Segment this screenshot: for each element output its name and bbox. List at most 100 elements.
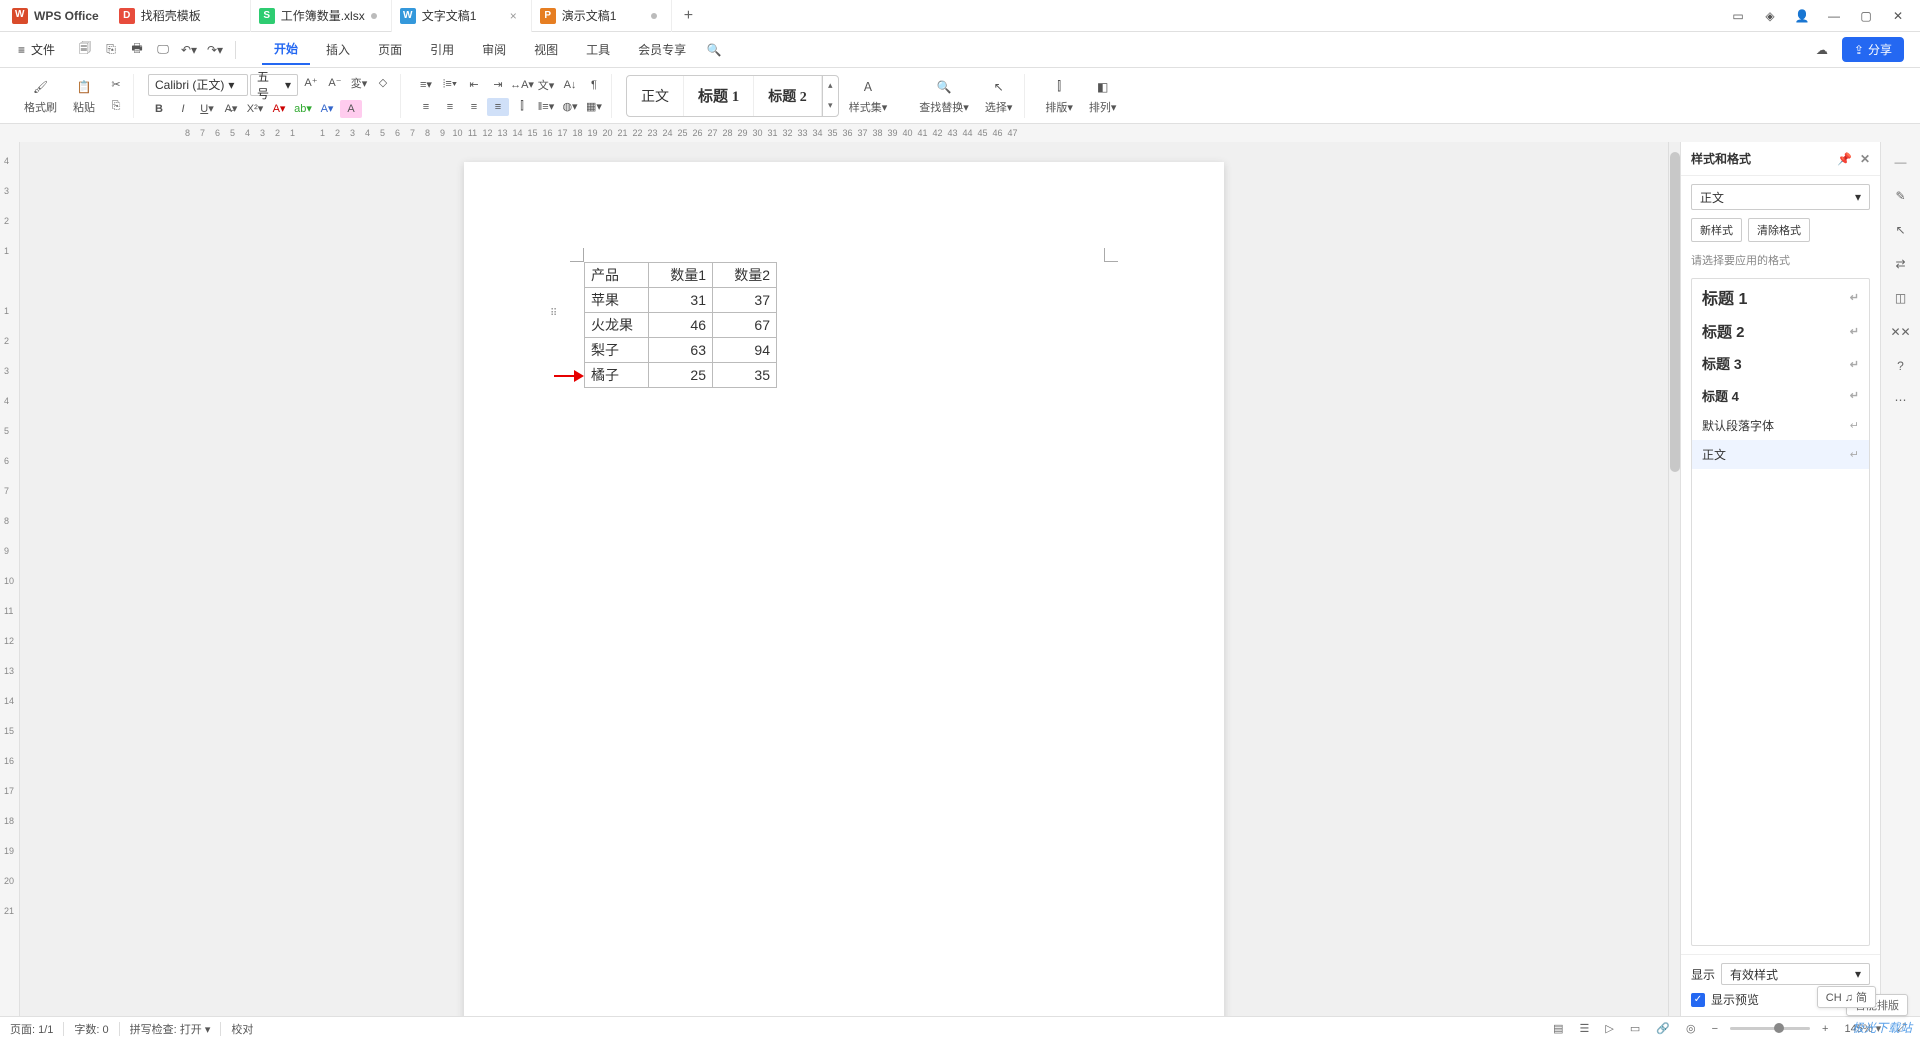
- font-color2-button[interactable]: A▾: [316, 100, 338, 118]
- view-print-icon[interactable]: ▤: [1549, 1022, 1567, 1035]
- close-icon[interactable]: ✕: [1860, 152, 1870, 166]
- export-icon[interactable]: ⎘: [99, 38, 123, 62]
- minimize-button[interactable]: —: [1820, 2, 1848, 30]
- file-menu[interactable]: ≡ 文件: [8, 41, 65, 58]
- new-style-button[interactable]: 新样式: [1691, 218, 1742, 242]
- avatar-icon[interactable]: 👤: [1788, 2, 1816, 30]
- maximize-button[interactable]: ▢: [1852, 2, 1880, 30]
- cube-icon[interactable]: ◈: [1756, 2, 1784, 30]
- document-area[interactable]: ⠿ 产品 数量1 数量2 苹果 31 37 火龙果 46 67: [20, 142, 1668, 1016]
- ime-indicator[interactable]: CH ♫ 简: [1817, 986, 1876, 1008]
- increase-indent-button[interactable]: ⇥: [487, 76, 509, 94]
- table-header[interactable]: 数量2: [713, 263, 777, 288]
- view-focus-icon[interactable]: 🔗: [1652, 1022, 1674, 1035]
- style-body[interactable]: 正文: [627, 76, 684, 116]
- cloud-icon[interactable]: ☁: [1810, 38, 1834, 62]
- tab-spreadsheet[interactable]: S 工作簿数量.xlsx: [251, 0, 392, 32]
- numbering-button[interactable]: ⦙≡▾: [439, 76, 461, 94]
- tools-icon[interactable]: ✕✕: [1887, 318, 1915, 346]
- status-words[interactable]: 字数: 0: [74, 1021, 108, 1037]
- horizontal-ruler[interactable]: 8765432112345678910111213141516171819202…: [0, 124, 1920, 142]
- preview-checkbox[interactable]: ✓: [1691, 993, 1705, 1007]
- settings-icon[interactable]: ⇄: [1887, 250, 1915, 278]
- close-icon[interactable]: ×: [510, 9, 517, 23]
- sort-button[interactable]: A↓: [559, 76, 581, 94]
- align-justify-button[interactable]: ≡: [487, 98, 509, 116]
- clear-format-button[interactable]: 清除格式: [1748, 218, 1810, 242]
- fit-icon[interactable]: ◎: [1682, 1022, 1700, 1035]
- tab-presentation[interactable]: P 演示文稿1: [532, 0, 672, 32]
- font-size-select[interactable]: 五号▾: [250, 74, 298, 96]
- gallery-icon[interactable]: ◫: [1887, 284, 1915, 312]
- bold-button[interactable]: B: [148, 100, 170, 118]
- tab-writer[interactable]: W 文字文稿1 ×: [392, 0, 532, 32]
- select-tool-icon[interactable]: ↖: [1887, 216, 1915, 244]
- tab-tools[interactable]: 工具: [574, 35, 622, 64]
- select-button[interactable]: ↖ 选择▾: [979, 74, 1019, 118]
- decrease-indent-button[interactable]: ⇤: [463, 76, 485, 94]
- zoom-out-button[interactable]: −: [1708, 1023, 1722, 1035]
- style-list-item[interactable]: 标题 2↵: [1692, 315, 1869, 348]
- align-left-button[interactable]: ≡: [415, 98, 437, 116]
- highlight-button[interactable]: ab▾: [292, 100, 314, 118]
- vertical-ruler[interactable]: 4321123456789101112131415161718192021: [0, 142, 20, 1016]
- status-spellcheck[interactable]: 拼写检查: 打开 ▾: [130, 1021, 211, 1037]
- style-heading2[interactable]: 标题 2: [754, 76, 822, 116]
- vertical-scrollbar[interactable]: [1668, 142, 1680, 1016]
- close-button[interactable]: ✕: [1884, 2, 1912, 30]
- char-shading-button[interactable]: A: [340, 100, 362, 118]
- edit-icon[interactable]: ✎: [1887, 182, 1915, 210]
- window-menu-icon[interactable]: ▭: [1724, 2, 1752, 30]
- find-replace-button[interactable]: 🔍 查找替换▾: [913, 74, 975, 118]
- cut-button[interactable]: ✂: [105, 76, 127, 94]
- table-header[interactable]: 产品: [585, 263, 649, 288]
- font-color-button[interactable]: A▾: [268, 100, 290, 118]
- tab-insert[interactable]: 插入: [314, 35, 362, 64]
- tab-member[interactable]: 会员专享: [626, 35, 698, 64]
- pin-icon[interactable]: 📌: [1837, 152, 1852, 166]
- style-list-item[interactable]: 标题 4↵: [1692, 380, 1869, 411]
- layout-button[interactable]: ⫿ 排版▾: [1039, 74, 1079, 118]
- format-painter-button[interactable]: 🖌 格式刷: [18, 74, 63, 118]
- increase-font-button[interactable]: A⁺: [300, 74, 322, 92]
- underline-button[interactable]: U▾: [196, 100, 218, 118]
- style-list-item[interactable]: 默认段落字体↵: [1692, 411, 1869, 440]
- print-icon[interactable]: 🖶: [125, 38, 149, 62]
- tab-docer[interactable]: D 找稻壳模板: [111, 0, 251, 32]
- help-icon[interactable]: ?: [1887, 352, 1915, 380]
- char-scale-button[interactable]: ↔A▾: [511, 76, 533, 94]
- style-list-item[interactable]: 标题 3↵: [1692, 348, 1869, 380]
- clear-format-button[interactable]: ◇: [372, 74, 394, 92]
- close-icon[interactable]: [371, 13, 377, 19]
- table-move-handle-icon[interactable]: ⠿: [550, 308, 562, 320]
- save-icon[interactable]: 🗐: [73, 38, 97, 62]
- collapse-panel-icon[interactable]: —: [1887, 148, 1915, 176]
- print-preview-icon[interactable]: 🖵: [151, 38, 175, 62]
- tab-references[interactable]: 引用: [418, 35, 466, 64]
- show-select[interactable]: 有效样式 ▾: [1721, 963, 1870, 985]
- bullets-button[interactable]: ≡▾: [415, 76, 437, 94]
- table-header[interactable]: 数量1: [649, 263, 713, 288]
- align-right-button[interactable]: ≡: [463, 98, 485, 116]
- view-outline-icon[interactable]: ☰: [1576, 1022, 1594, 1035]
- shading-button[interactable]: ◍▾: [559, 98, 581, 116]
- align-center-button[interactable]: ≡: [439, 98, 461, 116]
- style-heading1[interactable]: 标题 1: [684, 76, 754, 116]
- scroll-thumb[interactable]: [1670, 152, 1680, 472]
- style-list-item[interactable]: 正文↵: [1692, 440, 1869, 469]
- superscript-button[interactable]: X²▾: [244, 100, 266, 118]
- current-style-select[interactable]: 正文 ▾: [1691, 184, 1870, 210]
- status-page[interactable]: 页面: 1/1: [10, 1021, 53, 1037]
- style-list-item[interactable]: 标题 1↵: [1692, 279, 1869, 315]
- show-marks-button[interactable]: ¶: [583, 76, 605, 94]
- phonetic-button[interactable]: 変▾: [348, 74, 370, 92]
- tab-page[interactable]: 页面: [366, 35, 414, 64]
- status-proof[interactable]: 校对: [231, 1021, 253, 1037]
- close-icon[interactable]: [651, 13, 657, 19]
- font-name-select[interactable]: Calibri (正文)▾: [148, 74, 248, 96]
- decrease-font-button[interactable]: A⁻: [324, 74, 346, 92]
- line-spacing-button[interactable]: ‖≡▾: [535, 98, 557, 116]
- undo-button[interactable]: ↶▾: [177, 38, 201, 62]
- search-icon[interactable]: 🔍: [702, 38, 726, 62]
- zoom-slider[interactable]: [1730, 1027, 1810, 1030]
